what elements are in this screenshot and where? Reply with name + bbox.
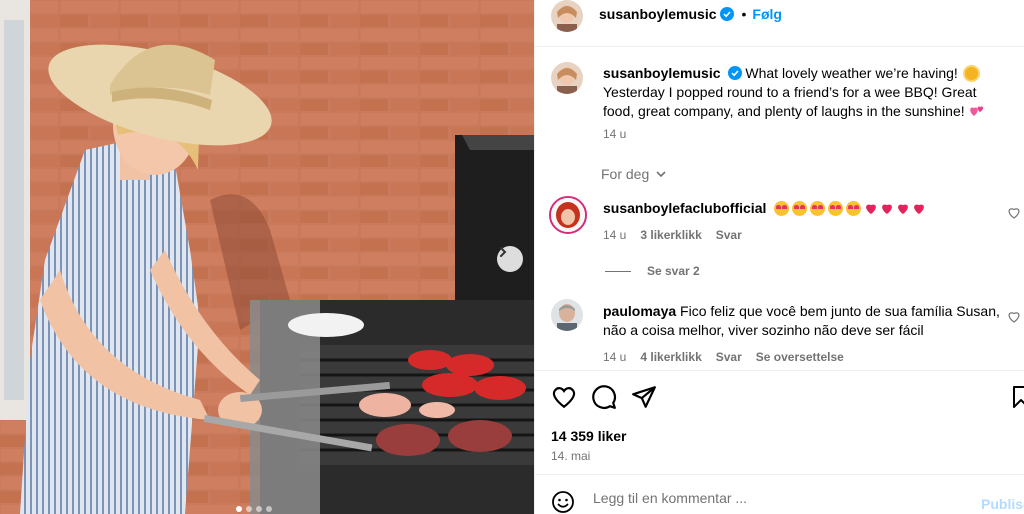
comment-item: paulomaya Fico feliz que você bem junto … [603, 302, 1013, 340]
header-divider [535, 46, 1024, 47]
comment-sort-dropdown[interactable]: For deg [601, 166, 667, 182]
chevron-right-icon [500, 247, 507, 257]
carousel-dot [236, 506, 242, 512]
heart-eyes-emoji-icon [828, 201, 844, 216]
sun-emoji-icon [964, 67, 978, 80]
author-avatar[interactable] [551, 0, 583, 32]
separator-dot: • [741, 6, 747, 22]
carousel-dot [246, 506, 252, 512]
comment-meta: 14 u 3 likerklikk Svar [603, 228, 742, 242]
post-action-bar [551, 384, 1024, 412]
comment-emojis [774, 200, 928, 216]
red-heart-emoji-icon [898, 204, 909, 214]
author-avatar-image [551, 0, 583, 32]
paper-plane-icon[interactable] [631, 384, 657, 410]
verified-badge-icon [719, 7, 734, 21]
comment-sort-label: For deg [601, 166, 650, 182]
comment-like-heart-icon[interactable] [1007, 310, 1021, 324]
post-caption: susanboylemusic What lovely weather we’r… [603, 64, 1003, 121]
caption-age: 14 u [603, 127, 627, 141]
fanclub-avatar-image [551, 198, 585, 232]
comment-username[interactable]: paulomaya [603, 303, 676, 319]
replies-line [605, 270, 631, 272]
bookmark-icon[interactable] [1009, 384, 1024, 410]
comment-likes[interactable]: 4 likerklikk [640, 350, 701, 364]
likes-count[interactable]: 14 359 liker [551, 428, 627, 444]
caption-text-2: Yesterday I popped round to a friend’s f… [603, 84, 977, 119]
comment-age: 14 u [603, 228, 627, 242]
comment-age: 14 u [603, 350, 627, 364]
comment-username[interactable]: susanboylefaclubofficial [603, 200, 766, 216]
view-replies-label: Se svar 2 [647, 264, 700, 278]
caption-avatar[interactable] [551, 62, 583, 94]
two-hearts-emoji-icon [969, 106, 983, 116]
footer-divider [535, 474, 1024, 475]
smiley-icon[interactable] [551, 490, 575, 514]
comments-divider [535, 370, 1024, 371]
carousel-dot [266, 506, 272, 512]
carousel-indicator [236, 506, 272, 512]
comment-like-heart-icon[interactable] [1007, 206, 1021, 220]
red-heart-emoji-icon [866, 204, 877, 214]
speech-bubble-icon[interactable] [591, 384, 617, 410]
verified-badge-icon [727, 66, 742, 80]
red-heart-emoji-icon [914, 204, 925, 214]
heart-eyes-emoji-icon [792, 201, 808, 216]
comment-avatar[interactable] [549, 196, 587, 234]
heart-eyes-emoji-icon [810, 201, 826, 216]
caption-text: What lovely weather we’re having! [745, 65, 962, 81]
post-date: 14. mai [551, 449, 591, 463]
caption-avatar-image [551, 62, 583, 94]
comment-input[interactable] [593, 490, 953, 506]
heart-eyes-emoji-icon [774, 201, 790, 216]
follow-button[interactable]: Følg [752, 6, 782, 22]
paulomaya-avatar-image [551, 299, 583, 331]
post-photo [0, 0, 534, 514]
comment-item: susanboylefaclubofficial [603, 199, 1013, 218]
publish-button[interactable]: Publiser [981, 496, 1024, 512]
translate-button[interactable]: Se oversettelse [756, 350, 844, 364]
comment-avatar[interactable] [551, 299, 583, 331]
comment-meta: 14 u 4 likerklikk Svar Se oversettelse [603, 350, 844, 364]
add-comment-bar: Publiser [535, 480, 1024, 514]
bbq-photo-illustration [0, 0, 534, 514]
chevron-down-icon [656, 171, 666, 178]
carousel-dot [256, 506, 262, 512]
heart-eyes-emoji-icon [846, 201, 862, 216]
reply-button[interactable]: Svar [716, 228, 742, 242]
author-username[interactable]: susanboylemusic [599, 6, 717, 22]
heart-icon[interactable] [551, 384, 577, 410]
red-heart-emoji-icon [882, 204, 893, 214]
reply-button[interactable]: Svar [716, 350, 742, 364]
view-replies-button[interactable]: Se svar 2 [605, 264, 700, 278]
comment-likes[interactable]: 3 likerklikk [640, 228, 701, 242]
caption-username[interactable]: susanboylemusic [603, 65, 721, 81]
post-side-panel: susanboylemusic • Følg susanboylemusic W… [534, 0, 1024, 514]
carousel-next-button[interactable] [497, 246, 523, 272]
